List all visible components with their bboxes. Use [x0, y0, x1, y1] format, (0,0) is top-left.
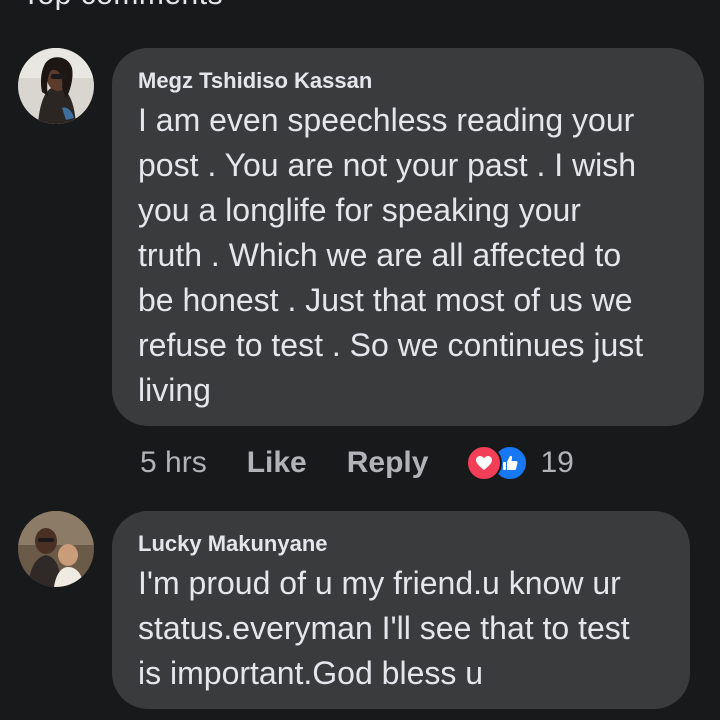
avatar-photo-icon	[18, 48, 94, 124]
comment-bubble: Megz Tshidiso Kassan I am even speechles…	[112, 48, 704, 426]
avatar[interactable]	[18, 511, 94, 587]
reaction-count: 19	[540, 446, 574, 479]
like-button[interactable]: Like	[247, 446, 307, 480]
comment-timestamp[interactable]: 5 hrs	[140, 446, 207, 480]
comment-text: I'm proud of u my friend.u know ur statu…	[138, 565, 630, 691]
comment-author[interactable]: Lucky Makunyane	[138, 531, 664, 557]
comment-author[interactable]: Megz Tshidiso Kassan	[138, 68, 678, 94]
comment-text: I am even speechless reading your post .…	[138, 102, 644, 408]
avatar[interactable]	[18, 48, 94, 124]
top-comments-header: Top comments	[22, 0, 223, 12]
reply-button[interactable]: Reply	[347, 446, 429, 480]
comment-bubble: Lucky Makunyane I'm proud of u my friend…	[112, 511, 690, 709]
avatar-photo-icon	[18, 511, 94, 587]
comment-actions: 5 hrs Like Reply 19	[140, 441, 574, 485]
reactions-summary[interactable]: 19	[466, 445, 574, 481]
